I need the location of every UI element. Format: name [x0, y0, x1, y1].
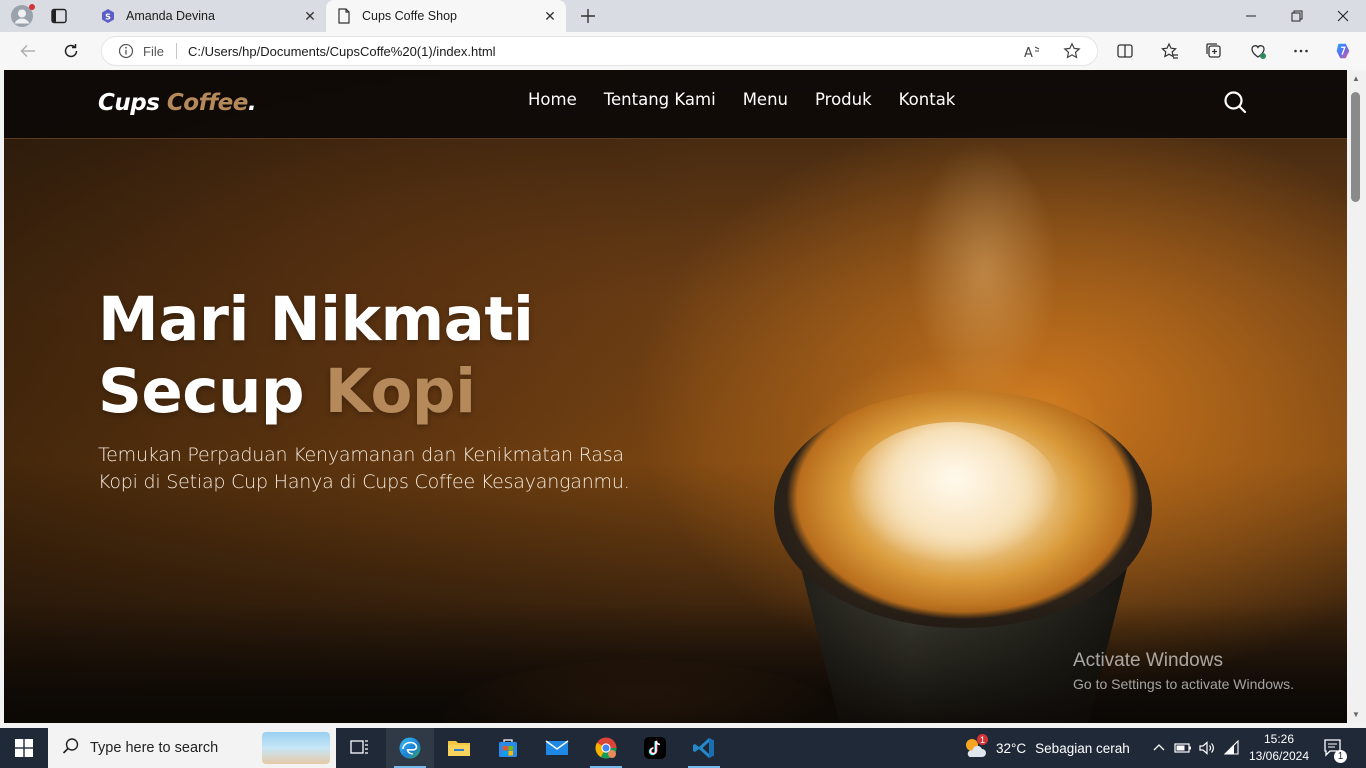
logo-dot: .: [247, 90, 257, 116]
tab-amanda-devina[interactable]: S Amanda Devina ✕: [90, 0, 326, 32]
task-view-icon[interactable]: [336, 728, 384, 768]
hero-content: Mari Nikmati Secup Kopi Temukan Perpadua…: [98, 284, 648, 496]
restore-icon[interactable]: [1274, 0, 1320, 32]
scroll-up-arrow-icon[interactable]: ▲: [1352, 74, 1360, 83]
split-screen-icon[interactable]: [1115, 41, 1135, 61]
browser-essentials-icon[interactable]: [1248, 41, 1268, 61]
favorites-icon[interactable]: [1160, 41, 1180, 61]
more-options-icon[interactable]: [1291, 41, 1311, 61]
tab-actions-icon[interactable]: [49, 6, 69, 26]
weather-temp: 32°C: [996, 740, 1027, 756]
taskbar-clock[interactable]: 15:26 13/06/2024: [1246, 731, 1312, 765]
browser-tab-strip: S Amanda Devina ✕ Cups Coffe Shop ✕: [0, 0, 1366, 32]
copilot-icon[interactable]: [1333, 41, 1353, 61]
hero-title: Mari Nikmati Secup Kopi: [98, 284, 648, 428]
watermark-title: Activate Windows: [1073, 650, 1223, 671]
scrollbar-thumb[interactable]: [1351, 92, 1360, 202]
back-arrow-icon[interactable]: [17, 40, 39, 62]
close-tab-icon[interactable]: ✕: [542, 8, 558, 24]
address-bar[interactable]: File C:/Users/hp/Documents/CupsCoffe%20(…: [101, 36, 1098, 66]
windows-taskbar: Type here to search 1 32°C Sebagian cera…: [0, 728, 1366, 768]
nav-menu: Home Tentang Kami Menu Produk Kontak: [528, 90, 955, 109]
svg-text:S: S: [105, 13, 111, 22]
new-tab-icon[interactable]: [578, 6, 598, 26]
taskbar-search-box[interactable]: Type here to search: [48, 728, 336, 768]
collections-icon[interactable]: [1204, 41, 1224, 61]
logo-main: Cups: [98, 90, 167, 116]
site-navbar: Cups Coffee. Home Tentang Kami Menu Prod…: [4, 70, 1347, 139]
show-hidden-icons-chevron-icon[interactable]: [1152, 728, 1166, 768]
minimize-icon[interactable]: [1228, 0, 1274, 32]
url-text[interactable]: C:/Users/hp/Documents/CupsCoffe%20(1)/in…: [188, 44, 496, 59]
search-icon[interactable]: [1223, 90, 1247, 114]
address-separator: [176, 43, 177, 59]
hero-title-accent: Kopi: [324, 356, 476, 427]
weather-sun-cloud-icon: 1: [962, 734, 988, 760]
volume-icon[interactable]: [1198, 728, 1216, 768]
nav-link-menu[interactable]: Menu: [743, 90, 788, 109]
tab-cups-coffe-shop[interactable]: Cups Coffe Shop ✕: [326, 0, 566, 32]
store-icon[interactable]: [484, 728, 532, 768]
scheme-label: File: [143, 44, 164, 59]
search-highlight-image: [262, 732, 330, 764]
close-tab-icon[interactable]: ✕: [302, 8, 318, 24]
page-viewport: Cups Coffee. Home Tentang Kami Menu Prod…: [4, 70, 1347, 723]
page-scrollbar[interactable]: ▲ ▼: [1347, 70, 1366, 723]
weather-desc: Sebagian cerah: [1035, 740, 1130, 756]
read-aloud-icon[interactable]: A: [1023, 43, 1041, 66]
nav-link-produk[interactable]: Produk: [815, 90, 872, 109]
browser-toolbar: File C:/Users/hp/Documents/CupsCoffe%20(…: [0, 32, 1366, 70]
info-icon[interactable]: [118, 43, 134, 64]
refresh-icon[interactable]: [60, 40, 82, 62]
edge-icon[interactable]: [386, 728, 434, 768]
s-logo-icon: S: [100, 8, 116, 24]
hero-title-line2: Secup: [98, 356, 325, 427]
page-icon: [336, 8, 352, 24]
search-icon: [62, 737, 80, 760]
clock-time: 15:26: [1263, 732, 1295, 746]
profile-notification-dot: [29, 4, 35, 10]
tab-title: Cups Coffe Shop: [362, 9, 457, 23]
svg-text:A: A: [1024, 46, 1033, 61]
hero-subtitle: Temukan Perpaduan Kenyamanan dan Kenikma…: [98, 444, 630, 493]
tiktok-icon[interactable]: [631, 728, 679, 768]
notification-center-icon[interactable]: 1: [1322, 728, 1347, 768]
nav-link-tentang-kami[interactable]: Tentang Kami: [604, 90, 716, 109]
favorite-star-icon[interactable]: [1063, 42, 1081, 65]
nav-link-home[interactable]: Home: [528, 90, 577, 109]
latte-art: [849, 422, 1059, 562]
profile-avatar-icon[interactable]: [10, 4, 35, 28]
site-logo[interactable]: Cups Coffee.: [98, 90, 257, 116]
chrome-icon[interactable]: [582, 728, 630, 768]
logo-accent: Coffee: [166, 90, 248, 116]
wifi-icon[interactable]: [1223, 728, 1241, 768]
file-explorer-icon[interactable]: [435, 728, 483, 768]
close-window-icon[interactable]: [1320, 0, 1366, 32]
weather-badge: 1: [977, 734, 988, 745]
clock-date: 13/06/2024: [1248, 749, 1310, 763]
activate-windows-watermark: Activate Windows Go to Settings to activ…: [1073, 650, 1294, 692]
vscode-icon[interactable]: [680, 728, 728, 768]
watermark-subtitle: Go to Settings to activate Windows.: [1073, 676, 1294, 692]
scroll-down-arrow-icon[interactable]: ▼: [1352, 710, 1360, 719]
battery-icon[interactable]: [1174, 728, 1192, 768]
mail-icon[interactable]: [533, 728, 581, 768]
taskbar-search-placeholder: Type here to search: [90, 740, 219, 756]
weather-widget[interactable]: 1 32°C Sebagian cerah: [962, 728, 1130, 768]
windows-start-icon[interactable]: [0, 728, 48, 768]
notification-count: 1: [1334, 750, 1347, 763]
nav-link-kontak[interactable]: Kontak: [899, 90, 956, 109]
tab-title: Amanda Devina: [126, 9, 215, 23]
hero-title-line1: Mari Nikmati: [98, 284, 534, 355]
